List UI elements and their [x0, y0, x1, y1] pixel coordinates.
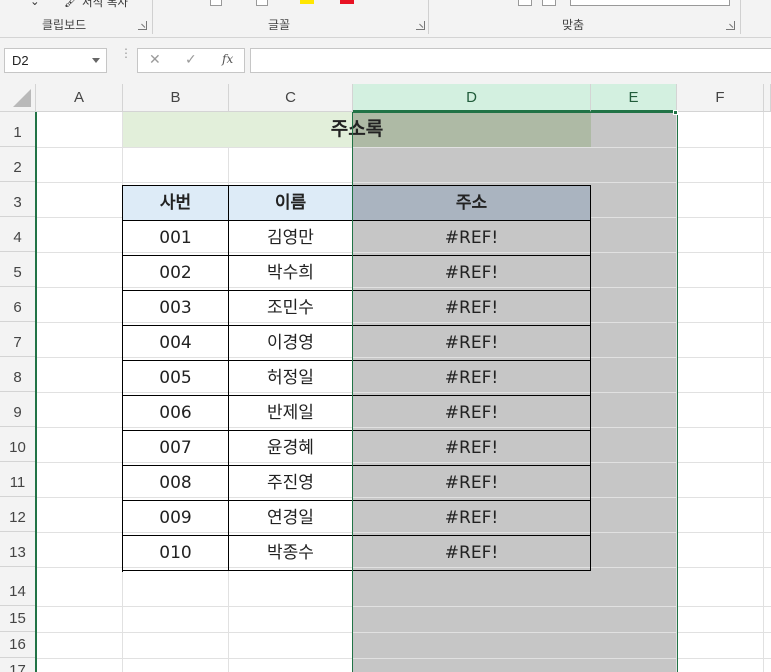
clipboard-group-label: 클립보드	[42, 18, 87, 32]
header-address[interactable]: 주소	[353, 186, 591, 221]
phonetic-icon[interactable]: ᵃ	[392, 0, 397, 6]
cell-name[interactable]: 반제일	[229, 396, 353, 431]
row-selection-edge	[35, 112, 37, 672]
group-divider	[428, 0, 429, 34]
column-header-a[interactable]: A	[36, 84, 123, 112]
alignment-launcher-icon[interactable]	[726, 21, 735, 30]
cell-id[interactable]: 002	[123, 256, 229, 291]
row-header[interactable]: 10	[0, 427, 36, 462]
row-header[interactable]: 6	[0, 287, 36, 322]
row-header[interactable]: 7	[0, 322, 36, 357]
cell-address[interactable]: #REF!	[353, 396, 591, 431]
row-header[interactable]: 12	[0, 497, 36, 532]
column-header-d[interactable]: D	[353, 84, 591, 112]
cell-id[interactable]: 007	[123, 431, 229, 466]
dropdown-chevron-icon[interactable]: ⌄	[30, 0, 40, 8]
row-header[interactable]: 16	[0, 632, 36, 658]
gridline	[36, 658, 771, 659]
font-launcher-icon[interactable]	[416, 21, 425, 30]
row-header[interactable]: 4	[0, 217, 36, 252]
group-divider	[740, 0, 741, 34]
header-name[interactable]: 이름	[229, 186, 353, 221]
sheet-title[interactable]: 주소록	[123, 112, 591, 147]
cell-address[interactable]: #REF!	[353, 256, 591, 291]
cell-id[interactable]: 003	[123, 291, 229, 326]
gridline	[36, 147, 771, 148]
format-painter-icon[interactable]: 🖌	[64, 0, 79, 8]
address-table: 사번 이름 주소 001 김영만 #REF! 002 박수희 #REF! 003…	[122, 185, 591, 572]
select-all-button[interactable]	[0, 84, 36, 112]
font-group-label: 글꼴	[268, 18, 291, 32]
cell-name[interactable]: 주진영	[229, 466, 353, 501]
cell-address[interactable]: #REF!	[353, 501, 591, 536]
cell-id[interactable]: 004	[123, 326, 229, 361]
column-header-c[interactable]: C	[229, 84, 353, 112]
header-id[interactable]: 사번	[123, 186, 229, 221]
column-header-g[interactable]	[764, 84, 771, 112]
name-box-value: D2	[12, 53, 29, 68]
formula-buttons: ✕ ✓ fx	[137, 48, 245, 73]
worksheet-grid: 주소록 사번 이름 주소 001 김영만 #REF! 002 박수희 #REF!…	[0, 84, 771, 672]
row-header[interactable]: 11	[0, 462, 36, 497]
row-header[interactable]: 1	[0, 112, 36, 147]
cell-address[interactable]: #REF!	[353, 291, 591, 326]
row-header[interactable]: 9	[0, 392, 36, 427]
cell-name[interactable]: 허정일	[229, 361, 353, 396]
name-box[interactable]: D2	[4, 48, 107, 73]
cell-name[interactable]: 윤경혜	[229, 431, 353, 466]
row-header[interactable]: 2	[0, 147, 36, 182]
chevron-down-icon[interactable]	[92, 58, 100, 63]
row-header[interactable]: 13	[0, 532, 36, 567]
merge-center-button[interactable]	[570, 0, 730, 6]
formula-bar-grip-icon[interactable]: ⋮	[120, 47, 132, 59]
column-header-e[interactable]: E	[591, 84, 677, 112]
group-divider	[152, 0, 153, 34]
cell-name[interactable]: 이경영	[229, 326, 353, 361]
border-button[interactable]	[210, 0, 222, 6]
cell-name[interactable]: 김영만	[229, 221, 353, 256]
row-header[interactable]: 5	[0, 252, 36, 287]
fill-button[interactable]	[256, 0, 268, 6]
outdent-button[interactable]	[542, 0, 556, 6]
insert-function-button[interactable]: fx	[222, 52, 233, 66]
row-header[interactable]: 14	[0, 567, 36, 606]
cell-name[interactable]: 조민수	[229, 291, 353, 326]
cell-id[interactable]: 001	[123, 221, 229, 256]
format-painter-button[interactable]: 서식 복사	[82, 0, 128, 10]
cell-address[interactable]: #REF!	[353, 221, 591, 256]
gridline	[36, 632, 771, 633]
row-header[interactable]: 15	[0, 606, 36, 632]
row-header[interactable]: 3	[0, 182, 36, 217]
highlight-color-swatch[interactable]	[300, 0, 314, 4]
cell-id[interactable]: 009	[123, 501, 229, 536]
formula-input[interactable]	[250, 48, 771, 73]
gridline	[36, 182, 771, 183]
fill-handle[interactable]	[673, 110, 678, 115]
cell-address[interactable]: #REF!	[353, 361, 591, 396]
cell-address[interactable]: #REF!	[353, 326, 591, 361]
cell-id[interactable]: 010	[123, 536, 229, 571]
gridline	[36, 606, 771, 607]
indent-button[interactable]	[518, 0, 532, 6]
row-header[interactable]: 8	[0, 357, 36, 392]
cell-name[interactable]: 박수희	[229, 256, 353, 291]
enter-icon[interactable]: ✓	[185, 52, 197, 68]
ribbon: ⌄ 🖌 서식 복사 클립보드 ᵃ 글꼴 맞춤	[0, 0, 771, 38]
cancel-icon[interactable]: ✕	[149, 52, 161, 68]
column-header-f[interactable]: F	[677, 84, 764, 112]
font-color-swatch[interactable]	[340, 0, 354, 4]
cell-name[interactable]: 박종수	[229, 536, 353, 571]
formula-bar: D2 ⋮ ✕ ✓ fx	[0, 38, 771, 84]
cell-name[interactable]: 연경일	[229, 501, 353, 536]
row-header[interactable]: 17	[0, 658, 36, 672]
cell-id[interactable]: 008	[123, 466, 229, 501]
alignment-group-label: 맞춤	[562, 18, 585, 32]
clipboard-launcher-icon[interactable]	[138, 21, 147, 30]
cell-address[interactable]: #REF!	[353, 431, 591, 466]
cell-address[interactable]: #REF!	[353, 466, 591, 501]
cell-id[interactable]: 006	[123, 396, 229, 431]
cell-address[interactable]: #REF!	[353, 536, 591, 571]
column-header-b[interactable]: B	[123, 84, 229, 112]
cell-id[interactable]: 005	[123, 361, 229, 396]
